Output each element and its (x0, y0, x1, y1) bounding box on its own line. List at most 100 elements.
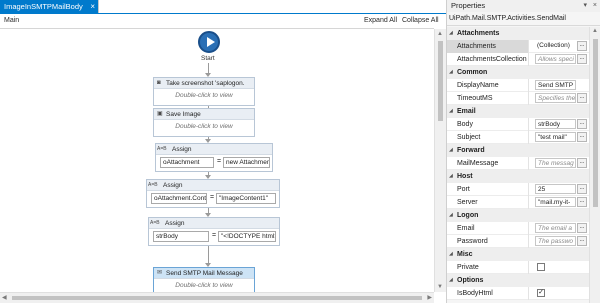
ellipsis-button[interactable]: ... (577, 119, 587, 129)
property-value-field[interactable]: (Collection) (535, 41, 576, 51)
category-email[interactable]: ◢ Email (447, 105, 589, 118)
properties-vertical-scrollbar[interactable]: ▲ (589, 27, 600, 303)
category-attachments[interactable]: ◢ Attachments (447, 27, 589, 40)
scroll-up-icon[interactable]: ▲ (437, 31, 443, 37)
property-row-server[interactable]: Server "mail.my-it-... (447, 196, 589, 209)
property-name: Attachments (447, 40, 529, 53)
category-label: Misc (457, 251, 473, 258)
property-value-field[interactable]: "test mail" (535, 132, 576, 142)
collapse-all-link[interactable]: Collapse All (402, 17, 439, 24)
collapse-triangle-icon[interactable]: ◢ (449, 209, 453, 222)
collapse-triangle-icon[interactable]: ◢ (449, 248, 453, 261)
scroll-thumb[interactable] (593, 39, 598, 207)
expand-all-link[interactable]: Expand All (364, 17, 397, 24)
save-icon: ▣ (157, 111, 163, 117)
category-host[interactable]: ◢ Host (447, 170, 589, 183)
ellipsis-button[interactable]: ... (577, 236, 587, 246)
property-name: Private (447, 261, 529, 274)
scroll-thumb[interactable] (438, 41, 443, 121)
property-row-subject[interactable]: Subject "test mail"... (447, 131, 589, 144)
property-row-displayname[interactable]: DisplayName Send SMTP Mail (447, 79, 589, 92)
ellipsis-button[interactable]: ... (577, 184, 587, 194)
collapse-triangle-icon[interactable]: ◢ (449, 144, 453, 157)
property-row-port[interactable]: Port 25... (447, 183, 589, 196)
scroll-down-icon[interactable]: ▼ (437, 284, 443, 290)
assign-value-field[interactable]: new Attachment("I (223, 157, 270, 168)
category-misc[interactable]: ◢ Misc (447, 248, 589, 261)
ellipsis-button[interactable]: ... (577, 93, 587, 103)
property-name: DisplayName (447, 79, 529, 92)
close-icon[interactable]: × (593, 0, 597, 12)
properties-header: Properties ▾ × (447, 0, 600, 12)
assign-to-field[interactable]: oAttachment (160, 157, 214, 168)
property-value-field[interactable]: Allows speci (535, 54, 576, 64)
ellipsis-button[interactable]: ... (577, 54, 587, 64)
scroll-up-icon[interactable]: ▲ (592, 28, 598, 34)
property-value-field[interactable]: Specifies the (535, 93, 576, 103)
assign-icon: A=B (150, 220, 160, 226)
property-checkbox[interactable]: ✓ (537, 289, 545, 297)
property-row-isbodyhtml[interactable]: IsBodyHtml ✓ (447, 287, 589, 300)
assign-activity[interactable]: A=B Assign strBody = "<!DOCTYPE html> (148, 217, 280, 246)
property-name: Password (447, 235, 529, 248)
scroll-thumb[interactable] (12, 296, 422, 300)
property-value-field[interactable]: Send SMTP Mail (535, 80, 576, 90)
ellipsis-button[interactable]: ... (577, 41, 587, 51)
category-label: Attachments (457, 30, 500, 37)
property-value-field[interactable]: "mail.my-it- (535, 197, 576, 207)
close-icon[interactable]: × (90, 0, 95, 13)
collapse-triangle-icon[interactable]: ◢ (449, 274, 453, 287)
property-value-field[interactable]: The messag (535, 158, 576, 168)
designer-vertical-scrollbar[interactable]: ▲ ▼ (434, 29, 446, 292)
property-row-email[interactable]: Email The email a... (447, 222, 589, 235)
equals-sign: = (212, 232, 217, 239)
assign-value-field[interactable]: "ImageContent1" (216, 193, 276, 204)
property-value-field[interactable]: The passwo (535, 236, 576, 246)
property-checkbox[interactable] (537, 263, 545, 271)
assign-to-field[interactable]: oAttachment.Cont (151, 193, 207, 204)
category-common[interactable]: ◢ Common (447, 66, 589, 79)
ellipsis-button[interactable]: ... (577, 158, 587, 168)
category-label: Common (457, 69, 488, 76)
property-value-field[interactable]: The email a (535, 223, 576, 233)
assign-value-field[interactable]: "<!DOCTYPE html> (218, 231, 276, 242)
ellipsis-button[interactable]: ... (577, 197, 587, 207)
property-row-timeoutms[interactable]: TimeoutMS Specifies the... (447, 92, 589, 105)
property-row-password[interactable]: Password The passwo... (447, 235, 589, 248)
assign-activity[interactable]: A=B Assign oAttachment.Cont = "ImageCont… (146, 179, 280, 208)
property-value-field[interactable]: strBody (535, 119, 576, 129)
ellipsis-button[interactable]: ... (577, 132, 587, 142)
scroll-right-icon[interactable]: ▶ (427, 294, 432, 301)
property-row-attachmentscollection[interactable]: AttachmentsCollection Allows speci... (447, 53, 589, 66)
property-row-attachments[interactable]: Attachments (Collection)... (447, 40, 589, 53)
category-logon[interactable]: ◢ Logon (447, 209, 589, 222)
collapse-triangle-icon[interactable]: ◢ (449, 27, 453, 40)
category-options[interactable]: ◢ Options (447, 274, 589, 287)
ellipsis-button[interactable]: ... (577, 223, 587, 233)
scroll-left-icon[interactable]: ◀ (2, 294, 7, 301)
designer-horizontal-scrollbar[interactable]: ◀ ▶ (0, 292, 434, 303)
pin-icon[interactable]: ▾ (583, 0, 587, 12)
property-value-field[interactable]: 25 (535, 184, 576, 194)
category-forward[interactable]: ◢ Forward (447, 144, 589, 157)
start-node-icon[interactable] (198, 31, 220, 53)
property-row-private[interactable]: Private (447, 261, 589, 274)
save-image-activity[interactable]: ▣ Save Image Double-click to view (153, 108, 255, 137)
collapse-triangle-icon[interactable]: ◢ (449, 105, 453, 118)
collapse-triangle-icon[interactable]: ◢ (449, 170, 453, 183)
property-row-body[interactable]: Body strBody... (447, 118, 589, 131)
property-row-mailmessage[interactable]: MailMessage The messag... (447, 157, 589, 170)
breadcrumb[interactable]: Main (4, 17, 19, 24)
activity-type-label: UiPath.Mail.SMTP.Activities.SendMail (447, 12, 600, 26)
flowchart-canvas[interactable]: Start ◙ Take screenshot 'saplogon. Doubl… (0, 29, 434, 292)
take-screenshot-activity[interactable]: ◙ Take screenshot 'saplogon. Double-clic… (153, 77, 255, 106)
collapse-triangle-icon[interactable]: ◢ (449, 66, 453, 79)
camera-icon: ◙ (157, 80, 161, 86)
assign-to-field[interactable]: strBody (153, 231, 209, 242)
category-label: Email (457, 108, 476, 115)
assign-activity[interactable]: A=B Assign oAttachment = new Attachment(… (155, 143, 273, 172)
start-label: Start (201, 55, 215, 62)
send-smtp-mail-activity[interactable]: ✉ Send SMTP Mail Message Double-click to… (153, 267, 255, 292)
document-tab[interactable]: ImageInSMTPMailBody × (0, 0, 99, 13)
activity-title: ▣ Save Image (154, 109, 254, 120)
